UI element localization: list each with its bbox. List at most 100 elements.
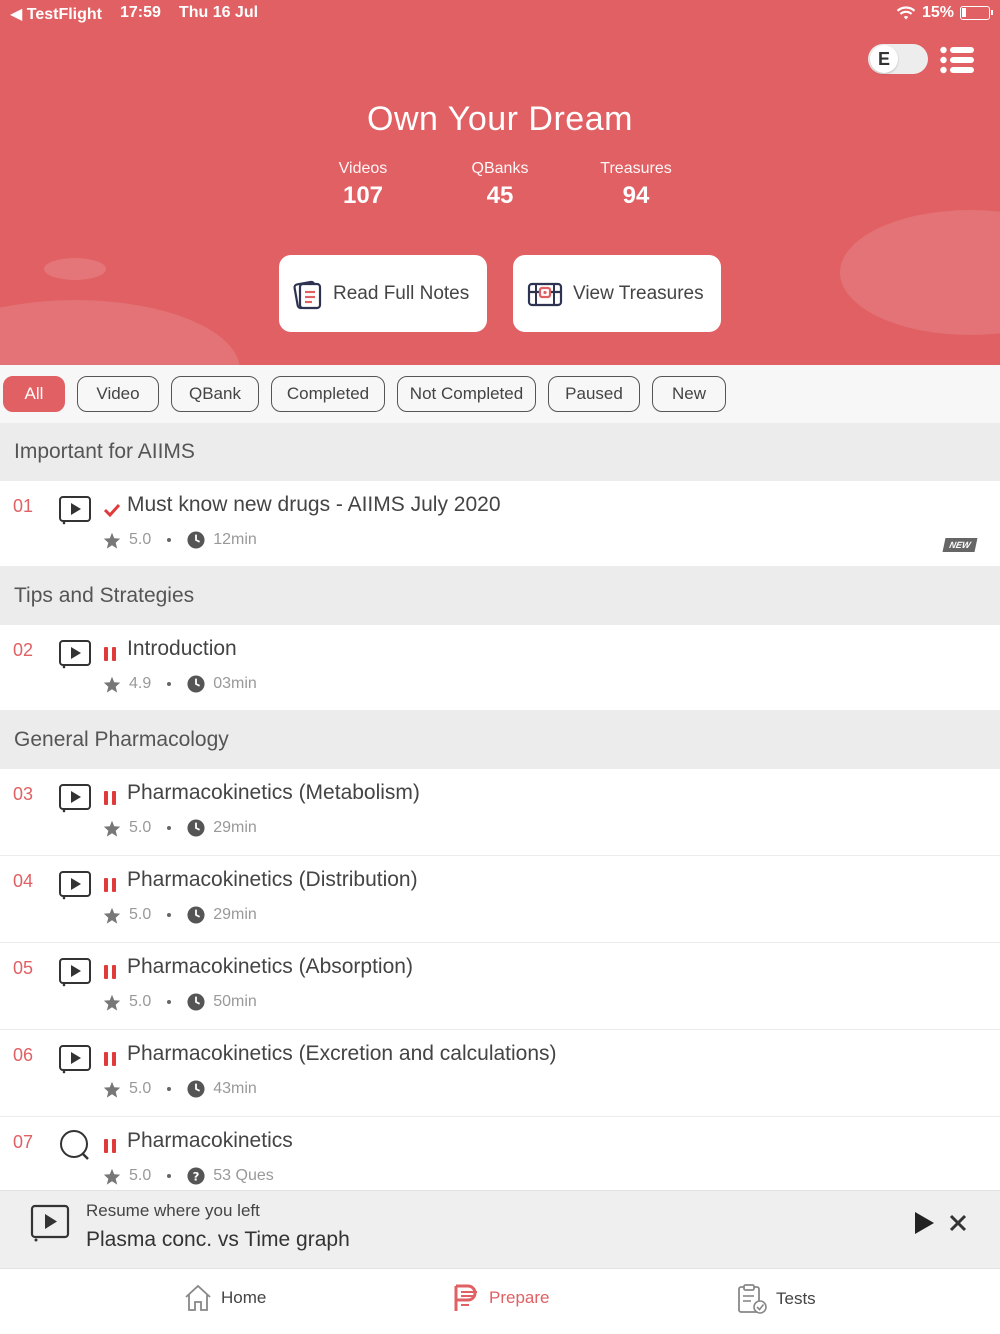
completed-check-icon <box>103 503 121 517</box>
item-title: Introduction <box>127 637 237 660</box>
resume-bar[interactable]: Resume where you left Plasma conc. vs Ti… <box>0 1190 1000 1268</box>
item-number: 07 <box>13 1132 34 1152</box>
item-duration: 29min <box>213 906 257 923</box>
paused-icon <box>104 965 116 979</box>
star-icon <box>103 907 121 924</box>
star-icon <box>103 820 121 837</box>
filter-chip-new[interactable]: New <box>652 376 726 412</box>
stat-videos: Videos 107 <box>293 160 433 210</box>
decorative-blob <box>0 300 240 365</box>
item-title: Pharmacokinetics (Excretion and calculat… <box>127 1042 557 1065</box>
view-treasures-button[interactable]: View Treasures <box>513 255 721 332</box>
read-full-notes-button[interactable]: Read Full Notes <box>279 255 487 332</box>
item-meta: 5.0 43min <box>103 1080 257 1098</box>
list-item[interactable]: 02 Introduction 4.9 03min <box>0 625 1000 711</box>
item-rating: 4.9 <box>129 675 152 692</box>
tab-prepare[interactable]: Prepare <box>453 1283 549 1313</box>
filter-chip-paused[interactable]: Paused <box>548 376 640 412</box>
decorative-blob <box>840 210 1000 335</box>
video-icon <box>59 958 91 987</box>
item-rating: 5.0 <box>129 1080 152 1097</box>
back-to-app-link[interactable]: ◀ TestFlight <box>10 4 102 24</box>
list-item[interactable]: 03 Pharmacokinetics (Metabolism) 5.0 29m… <box>0 769 1000 856</box>
decorative-blob <box>44 258 106 280</box>
question-icon: ? <box>187 1167 205 1185</box>
item-meta: 5.0 50min <box>103 993 257 1011</box>
item-duration: 03min <box>213 675 257 692</box>
section-header: Important for AIIMS <box>0 423 1000 481</box>
filter-chip-video[interactable]: Video <box>77 376 159 412</box>
separator-dot <box>167 538 172 542</box>
filter-chip-qbank[interactable]: QBank <box>171 376 259 412</box>
stat-value: 107 <box>342 182 384 209</box>
separator-dot <box>167 1000 172 1004</box>
battery-icon <box>960 6 993 20</box>
tab-label: Tests <box>776 1289 816 1308</box>
item-number: 06 <box>13 1045 34 1065</box>
section-header: General Pharmacology <box>0 711 1000 769</box>
item-number: 03 <box>13 784 34 804</box>
list-item[interactable]: 04 Pharmacokinetics (Distribution) 5.0 2… <box>0 856 1000 943</box>
item-meta: 5.0 29min <box>103 906 257 924</box>
video-icon <box>30 1204 70 1242</box>
wifi-icon <box>896 5 916 19</box>
tab-home[interactable]: Home <box>183 1283 266 1313</box>
stat-label: Videos <box>338 160 388 177</box>
header: ◀ TestFlight 17:59 Thu 16 Jul 15% E Own … <box>0 0 1000 365</box>
item-meta: 4.9 03min <box>103 675 257 693</box>
list-item[interactable]: 01 Must know new drugs - AIIMS July 2020… <box>0 481 1000 567</box>
video-icon <box>59 1045 91 1074</box>
item-duration: 12min <box>213 531 257 548</box>
clock-icon <box>187 531 205 549</box>
list-menu-icon[interactable] <box>940 46 974 74</box>
clock-icon <box>187 1080 205 1098</box>
item-meta: 5.0 ? 53 Ques <box>103 1167 274 1185</box>
item-question-count: 53 Ques <box>213 1167 274 1184</box>
home-icon <box>185 1284 211 1311</box>
prepare-icon <box>454 1284 477 1311</box>
filter-chip-completed[interactable]: Completed <box>271 376 385 412</box>
paused-icon <box>104 1139 116 1153</box>
page-title: Own Your Dream <box>367 100 633 138</box>
language-toggle[interactable]: E <box>868 44 928 74</box>
treasure-chest-icon <box>527 282 563 306</box>
item-title: Must know new drugs - AIIMS July 2020 <box>127 493 501 516</box>
toggle-knob: E <box>870 45 898 73</box>
bottom-tab-bar: Home Prepare Tests <box>0 1268 1000 1334</box>
new-badge: NEW <box>942 538 978 552</box>
video-icon <box>59 871 91 900</box>
list-item[interactable]: 07 Pharmacokinetics 5.0 ? 53 Ques <box>0 1117 1000 1190</box>
notes-icon <box>293 280 322 309</box>
star-icon <box>103 532 121 549</box>
resume-label: Resume where you left <box>86 1201 260 1220</box>
paused-icon <box>104 791 116 805</box>
video-icon <box>59 784 91 813</box>
stat-qbanks: QBanks 45 <box>430 160 570 210</box>
tests-icon <box>738 1284 767 1314</box>
qbank-icon <box>60 1130 89 1160</box>
filter-chip-not-completed[interactable]: Not Completed <box>397 376 536 412</box>
separator-dot <box>167 913 172 917</box>
clock-icon <box>187 906 205 924</box>
item-rating: 5.0 <box>129 1167 152 1184</box>
battery-percent: 15% <box>921 4 954 21</box>
tab-tests[interactable]: Tests <box>736 1283 816 1315</box>
list-item[interactable]: 05 Pharmacokinetics (Absorption) 5.0 50m… <box>0 943 1000 1030</box>
clock-icon <box>187 993 205 1011</box>
play-icon[interactable] <box>912 1210 936 1236</box>
close-icon[interactable] <box>948 1213 968 1233</box>
clock-icon <box>187 819 205 837</box>
item-duration: 50min <box>213 993 257 1010</box>
filter-chip-all[interactable]: All <box>3 376 65 412</box>
date-label: Thu 16 Jul <box>178 4 259 21</box>
item-title: Pharmacokinetics <box>127 1129 293 1152</box>
stat-label: Treasures <box>600 160 672 177</box>
back-app-label: TestFlight <box>26 6 102 23</box>
status-bar: ◀ TestFlight 17:59 Thu 16 Jul 15% <box>0 0 1000 28</box>
item-rating: 5.0 <box>129 906 152 923</box>
item-meta: 5.0 12min <box>103 531 257 549</box>
tab-label: Home <box>221 1288 267 1307</box>
resume-title: Plasma conc. vs Time graph <box>86 1228 350 1251</box>
list-item[interactable]: 06 Pharmacokinetics (Excretion and calcu… <box>0 1030 1000 1117</box>
item-meta: 5.0 29min <box>103 819 257 837</box>
